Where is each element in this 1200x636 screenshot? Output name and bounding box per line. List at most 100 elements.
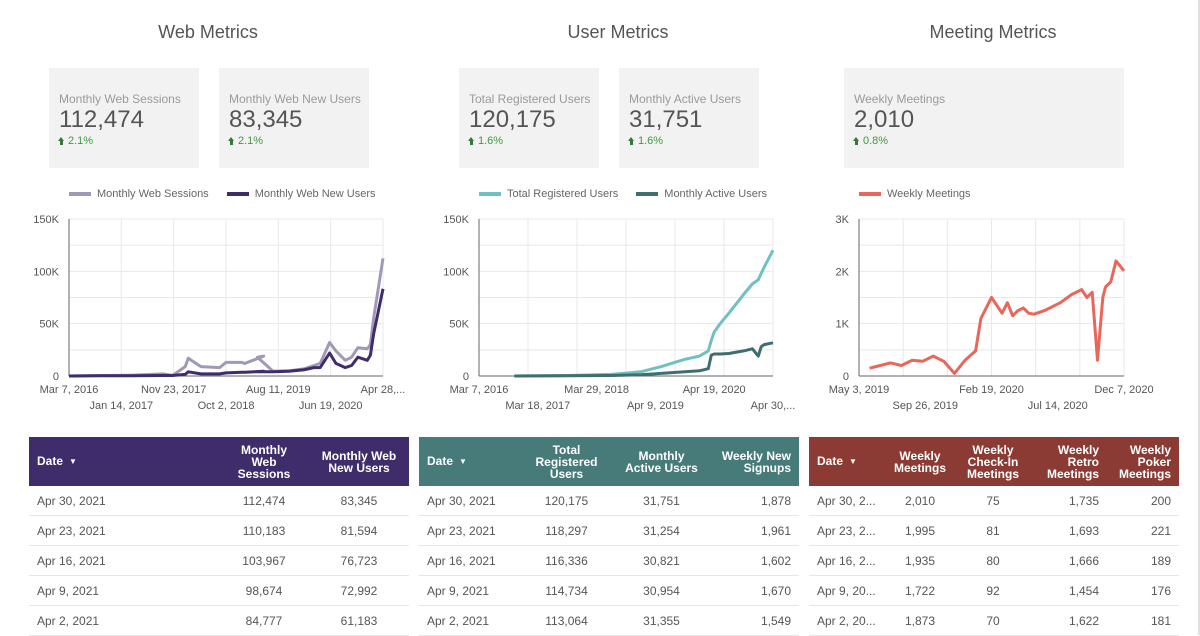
legend-label: Monthly Active Users [664, 188, 767, 200]
table-row[interactable]: Apr 30, 2021 120,175 31,751 1,878 [419, 486, 799, 516]
y-tick-label: 1K [836, 319, 850, 331]
table-row[interactable]: Apr 16, 2021 103,967 76,723 [29, 545, 409, 576]
column-header[interactable]: Total Registered Users [519, 437, 614, 486]
table-row[interactable]: Apr 2, 2021 113,064 31,355 1,549 [419, 605, 799, 636]
column-header[interactable]: Weekly Poker Meetings [1107, 437, 1179, 486]
table-header-row: Date ▼ Weekly Meetings Weekly Check-In Me… [809, 437, 1179, 486]
cell-date: Apr 30, 2... [809, 486, 885, 516]
column-header[interactable]: Monthly Web New Users [309, 437, 409, 486]
x-tick-label: Sep 26, 2019 [893, 400, 958, 412]
column-header-date[interactable]: Date ▼ [809, 437, 885, 486]
legend-swatch [859, 192, 881, 196]
cell-value: 118,297 [519, 515, 614, 546]
section-title-user: User Metrics [567, 22, 669, 42]
kpi-delta: 2.1% [228, 135, 369, 147]
table-row[interactable]: Apr 9, 2021 114,734 30,954 1,670 [419, 575, 799, 606]
table-row[interactable]: Apr 16, 2021 116,336 30,821 1,602 [419, 545, 799, 576]
cell-date: Apr 23, 2021 [29, 515, 219, 546]
legend-swatch [226, 192, 249, 196]
cell-value: 30,954 [614, 575, 709, 606]
table-row[interactable]: Apr 9, 20... 1,722 92 1,454 176 [809, 575, 1179, 606]
sort-desc-icon[interactable]: ▼ [69, 457, 77, 466]
cell-date: Apr 23, 2021 [419, 515, 519, 546]
series-line-weekly-meetings[interactable] [869, 259, 1126, 375]
cell-date: Apr 9, 2021 [419, 575, 519, 606]
cell-date: Apr 30, 2021 [419, 486, 519, 516]
cell-date: Apr 9, 2021 [29, 575, 219, 606]
legend-item[interactable]: Total Registered Users [479, 188, 618, 200]
legend-item[interactable]: Weekly Meetings [859, 188, 971, 200]
cell-value: 30,821 [614, 545, 709, 576]
column-header-date[interactable]: Date ▼ [29, 437, 219, 486]
arrow-up-icon [58, 137, 64, 145]
cell-date: Apr 2, 20... [809, 605, 885, 636]
meeting-metrics-table: Date ▼ Weekly Meetings Weekly Check-In Me… [809, 437, 1179, 636]
legend-label: Weekly Meetings [887, 188, 971, 200]
column-header[interactable]: Weekly Meetings [885, 437, 955, 486]
table-row[interactable]: Apr 2, 20... 1,873 70 1,622 181 [809, 605, 1179, 636]
table-row[interactable]: Apr 30, 2... 2,010 75 1,735 200 [809, 486, 1179, 516]
y-tick-label: 3K [836, 214, 850, 226]
meeting-metrics-chart: 0 1K 2K 3K May 3, 2019 Feb 19, 2020 Dec 7, 202… [829, 214, 1154, 412]
column-header[interactable]: Weekly New Signups [709, 437, 799, 486]
cell-value: 112,474 [219, 486, 309, 516]
table-row[interactable]: Apr 23, 2021 110,183 81,594 [29, 515, 409, 546]
cell-value: 75 [955, 486, 1031, 516]
legend-item[interactable]: Monthly Active Users [636, 188, 767, 200]
sort-desc-icon[interactable]: ▼ [459, 457, 467, 466]
cell-value: 31,355 [614, 605, 709, 636]
arrow-up-icon [228, 137, 234, 145]
cell-date: Apr 16, 2021 [419, 545, 519, 576]
cell-value: 1,995 [885, 515, 955, 546]
legend-item[interactable]: Monthly Web Sessions [69, 188, 209, 200]
cell-value: 1,722 [885, 575, 955, 606]
cell-value: 1,961 [709, 515, 799, 546]
column-header[interactable]: Weekly Check-In Meetings [955, 437, 1031, 486]
cell-value: 83,345 [309, 486, 409, 516]
column-header[interactable]: Monthly Web Sessions [219, 437, 309, 486]
table-row[interactable]: Apr 9, 2021 98,674 72,992 [29, 575, 409, 606]
kpi-value: 31,751 [629, 106, 703, 133]
cell-value: 76,723 [309, 545, 409, 576]
cell-value: 200 [1107, 486, 1179, 516]
kpi-monthly-web-new-users: Monthly Web New Users 83,345 2.1% [219, 68, 369, 168]
column-header[interactable]: Monthly Active Users [614, 437, 709, 486]
cell-value: 98,674 [219, 575, 309, 606]
cell-date: Apr 2, 2021 [419, 605, 519, 636]
table-row[interactable]: Apr 16, 2... 1,935 80 1,666 189 [809, 545, 1179, 576]
table-row[interactable]: Apr 2, 2021 84,777 61,183 [29, 605, 409, 636]
kpi-monthly-web-sessions: Monthly Web Sessions 112,474 2.1% [49, 68, 199, 168]
x-tick-label: May 3, 2019 [829, 384, 890, 396]
cell-date: Apr 30, 2021 [29, 486, 219, 516]
cell-value: 84,777 [219, 605, 309, 636]
sort-desc-icon[interactable]: ▼ [849, 457, 857, 466]
table-body: Apr 30, 2021 120,175 31,751 1,878 Apr 23, 20… [419, 486, 799, 636]
arrow-up-icon [628, 137, 634, 145]
kpi-delta-value: 0.8% [863, 135, 889, 147]
cell-value: 114,734 [519, 575, 614, 606]
cell-value: 70 [955, 605, 1031, 636]
kpi-delta-value: 1.6% [478, 135, 504, 147]
cell-date: Apr 16, 2... [809, 545, 885, 576]
kpi-value: 2,010 [854, 106, 915, 133]
cell-value: 181 [1107, 605, 1179, 636]
table-row[interactable]: Apr 23, 2... 1,995 81 1,693 221 [809, 515, 1179, 546]
cell-value: 113,064 [519, 605, 614, 636]
cell-value: 116,336 [519, 545, 614, 576]
kpi-delta: 2.1% [58, 135, 199, 147]
table-row[interactable]: Apr 23, 2021 118,297 31,254 1,961 [419, 515, 799, 546]
legend-item[interactable]: Monthly Web New Users [226, 188, 376, 200]
cell-value: 81,594 [309, 515, 409, 546]
user-metrics-table: Date ▼ Total Registered Users Monthly Act… [419, 437, 799, 636]
column-header[interactable]: Weekly Retro Meetings [1031, 437, 1107, 486]
cell-value: 72,992 [309, 575, 409, 606]
cell-value: 103,967 [219, 545, 309, 576]
cell-value: 81 [955, 515, 1031, 546]
cell-value: 92 [955, 575, 1031, 606]
column-header-date[interactable]: Date ▼ [419, 437, 519, 486]
table-row[interactable]: Apr 30, 2021 112,474 83,345 [29, 486, 409, 516]
kpi-delta: 0.8% [853, 135, 1124, 147]
table-body: Apr 30, 2... 2,010 75 1,735 200 Apr 23, 2... 1… [809, 486, 1179, 636]
cell-value: 120,175 [519, 486, 614, 516]
cell-date: Apr 16, 2021 [29, 545, 219, 576]
